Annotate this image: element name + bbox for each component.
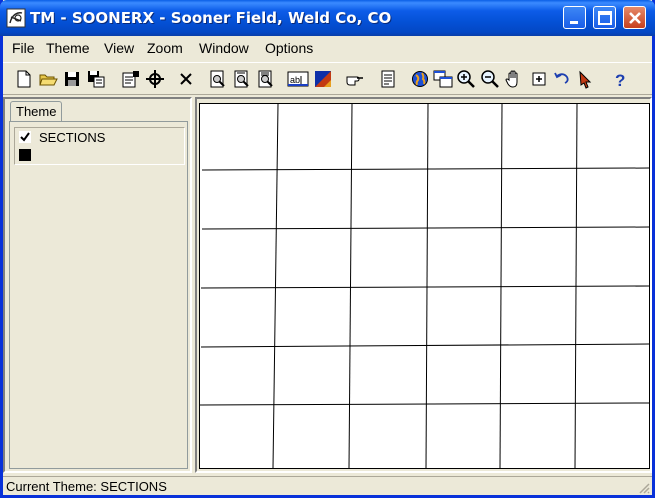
fill-color-button[interactable] [312,68,334,90]
theme-label: SECTIONS [39,130,106,145]
menu-bar: File Theme View Zoom Window Options [3,36,652,60]
grid-line-h4 [200,343,650,348]
checkbox-checked-icon[interactable] [19,131,31,143]
zoom-out-button[interactable] [479,68,501,90]
zoom-box-icon [532,72,546,86]
theme-color-swatch [19,149,31,161]
delete-button[interactable] [175,68,197,90]
tab-theme[interactable]: Theme [10,101,63,122]
theme-panel: Theme SECTIONS [3,97,192,473]
find-next-button[interactable] [231,68,253,90]
pan-hand-icon [505,70,518,88]
app-window: TM - SOONERX - Sooner Field, Weld Co, CO… [0,0,655,498]
menu-window[interactable]: Window [199,40,249,56]
svg-text:ab: ab [290,75,300,85]
delete-x-icon [180,73,192,85]
undo-button[interactable] [551,68,573,90]
color-fill-icon [315,71,331,87]
find-icon [210,70,225,88]
menu-file[interactable]: File [12,40,35,56]
point-button[interactable] [344,68,366,90]
zoom-out-icon [481,70,499,88]
zoom-in-icon [457,70,475,88]
grid-line-v1 [272,103,279,469]
window-title: TM - SOONERX - Sooner Field, Weld Co, CO [30,9,392,27]
grid-line-h1 [201,167,650,171]
minimize-button[interactable] [563,6,586,29]
maximize-button[interactable] [593,6,616,29]
globe-icon [412,71,428,87]
menu-zoom[interactable]: Zoom [147,40,183,56]
select-arrow-icon [579,70,592,89]
grid-line-v2 [348,103,353,469]
multi-window-icon [433,70,453,88]
save-as-icon [88,71,105,88]
status-bar: Current Theme: SECTIONS [3,476,652,495]
close-button[interactable] [623,6,646,29]
find-all-button[interactable] [255,68,277,90]
theme-list: SECTIONS [9,121,188,469]
app-icon [6,8,26,28]
pointing-hand-icon [346,76,363,86]
target-button[interactable] [144,68,166,90]
open-button[interactable] [37,68,59,90]
new-document-icon [17,70,31,88]
crosshair-icon [146,70,164,88]
windows-button[interactable] [432,68,454,90]
help-button[interactable]: ? [609,68,631,90]
minimize-icon [570,21,578,24]
save-disk-icon [65,72,79,86]
status-current-theme: Current Theme: SECTIONS [6,479,167,494]
zoom-box-button[interactable] [528,68,550,90]
undo-arrow-icon [554,72,569,84]
globe-button[interactable] [409,68,431,90]
report-button[interactable] [377,68,399,90]
new-button[interactable] [13,68,35,90]
map-canvas[interactable] [199,103,650,469]
map-panel [195,97,652,473]
resize-grip-icon[interactable] [638,482,650,494]
toolbar: ab ? [3,62,652,95]
label-button[interactable]: ab [287,68,309,90]
grid-line-v3 [425,103,429,469]
select-button[interactable] [575,68,597,90]
find-next-icon [234,70,249,88]
save-button[interactable] [61,68,83,90]
close-icon [629,12,641,24]
find-all-icon [258,70,273,88]
menu-view[interactable]: View [104,40,134,56]
grid-line-h3 [200,285,650,289]
grid-line-h5 [199,402,650,406]
maximize-icon [598,11,612,25]
report-icon [381,70,395,88]
zoom-in-button[interactable] [455,68,477,90]
find-button[interactable] [207,68,229,90]
open-folder-icon [39,74,58,86]
svg-text:?: ? [615,71,625,90]
save-as-button[interactable] [85,68,107,90]
properties-button[interactable] [120,68,142,90]
help-icon: ? [615,71,625,90]
menu-theme[interactable]: Theme [46,40,90,56]
menu-options[interactable]: Options [265,40,313,56]
grid-line-h2 [201,226,650,230]
text-label-icon: ab [287,71,309,87]
pan-button[interactable] [503,68,525,90]
theme-item-sections[interactable]: SECTIONS [14,127,185,165]
properties-icon [122,71,139,88]
title-bar[interactable]: TM - SOONERX - Sooner Field, Weld Co, CO [0,0,655,36]
section-grid [199,103,650,469]
grid-line-v4 [499,103,503,469]
